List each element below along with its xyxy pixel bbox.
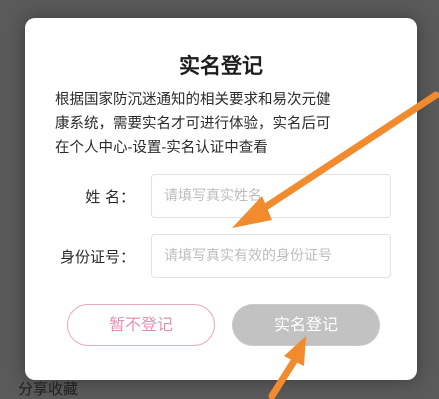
dialog-title: 实名登记 <box>179 53 263 78</box>
background-bottom-text: 分享收藏 <box>18 380 79 398</box>
skip-registration-button[interactable]: 暂不登记 <box>67 304 215 346</box>
notice-line: 在个人中心-设置-实名认证中查看 <box>55 140 268 156</box>
real-name-registration-dialog: 实名登记 根据国家防沉迷通知的相关要求和易次元健 康系统，需要实名才可进行体验，… <box>25 18 417 380</box>
anti-addiction-notice: 根据国家防沉迷通知的相关要求和易次元健 康系统，需要实名才可进行体验，实名后可 … <box>55 88 395 160</box>
id-number-input[interactable] <box>151 234 391 278</box>
confirm-registration-button[interactable]: 实名登记 <box>232 304 380 346</box>
notice-line: 康系统，需要实名才可进行体验，实名后可 <box>55 116 331 132</box>
id-number-label: 身份证号： <box>59 248 135 266</box>
name-input[interactable] <box>151 174 391 218</box>
name-label: 姓 名： <box>85 188 135 206</box>
notice-line: 根据国家防沉迷通知的相关要求和易次元健 <box>55 92 331 108</box>
